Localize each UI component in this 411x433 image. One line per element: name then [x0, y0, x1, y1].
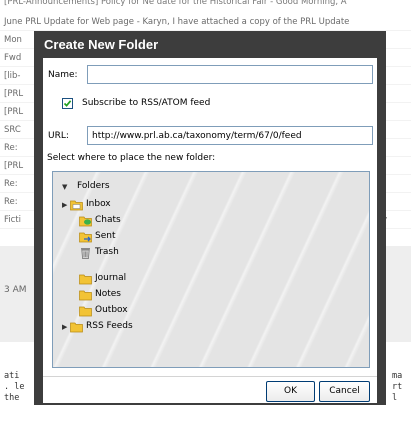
ok-button[interactable]: OK [266, 381, 315, 402]
select-location-label: Select where to place the new folder: [47, 153, 216, 163]
name-input[interactable] [87, 65, 373, 84]
preview-text-line: rt [392, 382, 403, 392]
inbox-folder-icon [70, 200, 83, 211]
dialog-title[interactable]: Create New Folder [34, 31, 386, 58]
folder-icon [70, 322, 83, 333]
name-label: Name: [48, 70, 78, 80]
checkmark-icon [63, 100, 72, 107]
preview-text-line: l [392, 393, 398, 403]
timestamp-fragment: 3 AM [4, 285, 27, 295]
email-row-partial: [PRL-Announcements] Policy for Ne date f… [4, 0, 347, 7]
preview-text-line: ati [4, 371, 20, 381]
folder-icon [79, 290, 92, 301]
url-label: URL: [48, 131, 69, 141]
preview-text-line: ma [392, 371, 403, 381]
folder-icon [79, 274, 92, 285]
email-row-left-text: [PRL [4, 89, 24, 99]
preview-text-line: . le [4, 382, 25, 392]
email-row-left-text: Ficti [4, 215, 21, 225]
email-row-left-text: [PRL [4, 107, 24, 117]
email-row-left-text: SRC [4, 125, 21, 135]
email-row-left-text: Re: [4, 197, 18, 207]
email-row-left-text: [lib- [4, 71, 21, 81]
subscribe-checkbox[interactable] [62, 98, 73, 109]
email-row-left-text: June PRL Update for Web page - Karyn, I … [4, 17, 350, 27]
preview-text-line: the [4, 393, 20, 403]
email-row-left-text: Re: [4, 179, 18, 189]
email-row-left-text: Mon [4, 35, 22, 45]
email-row-left-text: Fwd [4, 53, 22, 63]
create-folder-dialog: Create New Folder Name: Subscribe to RSS… [34, 31, 386, 405]
footer-divider [43, 376, 377, 377]
email-row[interactable]: June PRL Update for Web page - Karyn, I … [0, 13, 411, 31]
email-row-left-text: Re: [4, 143, 18, 153]
expanded-arrow-icon[interactable]: ▼ [62, 183, 67, 191]
subscribe-label[interactable]: Subscribe to RSS/ATOM feed [82, 98, 210, 108]
url-input[interactable] [87, 126, 373, 145]
email-row-left-text: [PRL [4, 161, 24, 171]
collapsed-arrow-icon[interactable]: ▶ [62, 323, 67, 331]
trash-icon [81, 248, 90, 259]
chats-folder-icon [79, 216, 92, 227]
sent-folder-icon [79, 232, 92, 243]
folder-icon [79, 306, 92, 317]
folder-tree[interactable]: ▼ Folders ▶ Inbox Chats Sent Trash Journ… [52, 171, 370, 368]
collapsed-arrow-icon[interactable]: ▶ [62, 201, 67, 209]
cancel-button[interactable]: Cancel [319, 381, 370, 402]
dialog-content: Name: Subscribe to RSS/ATOM feed URL: Se… [43, 58, 377, 403]
